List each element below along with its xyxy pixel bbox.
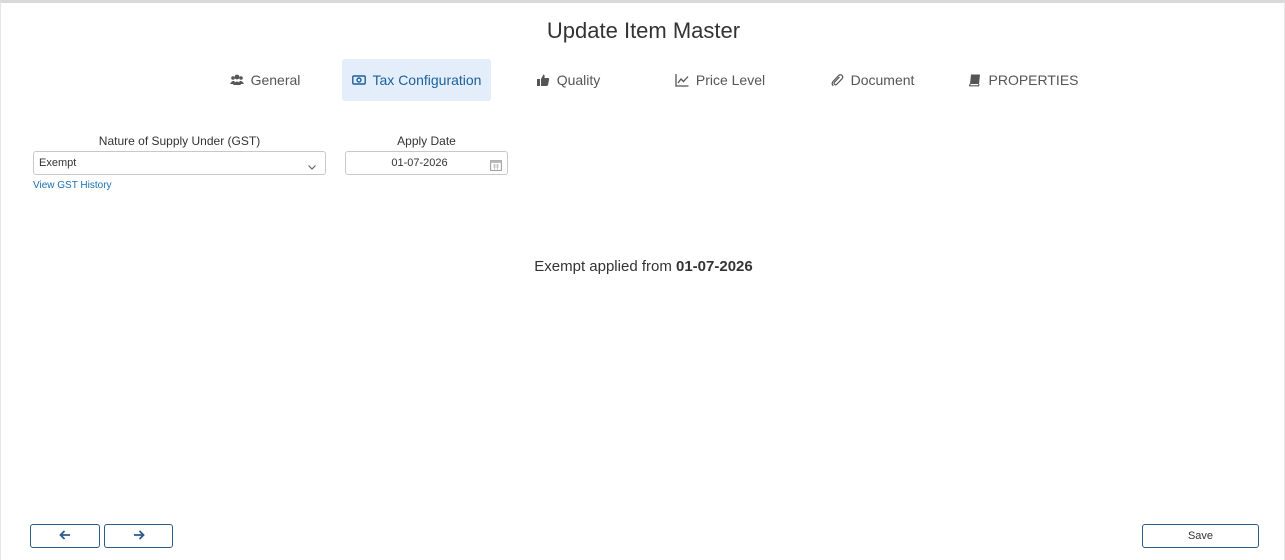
tab-price-level[interactable]: Price Level bbox=[665, 59, 775, 101]
nature-of-supply-label: Nature of Supply Under (GST) bbox=[98, 134, 261, 148]
tax-summary: Exempt applied from 01-07-2026 bbox=[1, 258, 1285, 275]
tab-document[interactable]: Document bbox=[821, 59, 923, 101]
tab-label: Quality bbox=[556, 72, 601, 88]
apply-date-label: Apply Date bbox=[397, 134, 456, 148]
tab-label: General bbox=[250, 72, 301, 88]
thumbs-up-icon bbox=[536, 73, 550, 87]
chevron-down-icon bbox=[307, 158, 317, 170]
tab-label: Tax Configuration bbox=[372, 72, 482, 88]
paperclip-icon bbox=[830, 73, 844, 87]
view-gst-history-link[interactable]: View GST History bbox=[33, 180, 112, 191]
arrow-right-icon bbox=[133, 529, 145, 543]
page-title: Update Item Master bbox=[546, 18, 741, 43]
tab-properties[interactable]: PROPERTIES bbox=[963, 59, 1083, 101]
users-icon bbox=[229, 73, 244, 87]
book-icon bbox=[968, 73, 982, 87]
nature-of-supply-value: Exempt bbox=[39, 157, 77, 169]
tab-label: Price Level bbox=[695, 72, 766, 88]
apply-date-value: 01-07-2026 bbox=[391, 157, 448, 169]
tab-quality[interactable]: Quality bbox=[527, 59, 609, 101]
tab-label: PROPERTIES bbox=[988, 72, 1079, 88]
save-button[interactable]: Save bbox=[1142, 524, 1259, 548]
tab-label: Document bbox=[850, 72, 915, 88]
next-button[interactable] bbox=[104, 524, 173, 548]
summary-date: 01-07-2026 bbox=[676, 258, 753, 275]
tab-bar: General Tax Configuration Quality Price … bbox=[1, 59, 1285, 101]
app-frame: Update Item Master General Tax Configura… bbox=[0, 0, 1285, 560]
apply-date-input[interactable]: 01-07-2026 bbox=[345, 151, 508, 175]
tab-tax-configuration[interactable]: Tax Configuration bbox=[342, 59, 491, 101]
line-chart-icon bbox=[675, 73, 689, 87]
summary-text: Exempt applied from bbox=[534, 258, 676, 275]
previous-button[interactable] bbox=[30, 524, 100, 548]
calendar-icon[interactable] bbox=[490, 157, 502, 171]
arrow-left-icon bbox=[59, 529, 71, 543]
tab-general[interactable]: General bbox=[219, 59, 311, 101]
money-icon bbox=[351, 73, 366, 87]
nature-of-supply-select[interactable]: Exempt bbox=[33, 151, 326, 175]
